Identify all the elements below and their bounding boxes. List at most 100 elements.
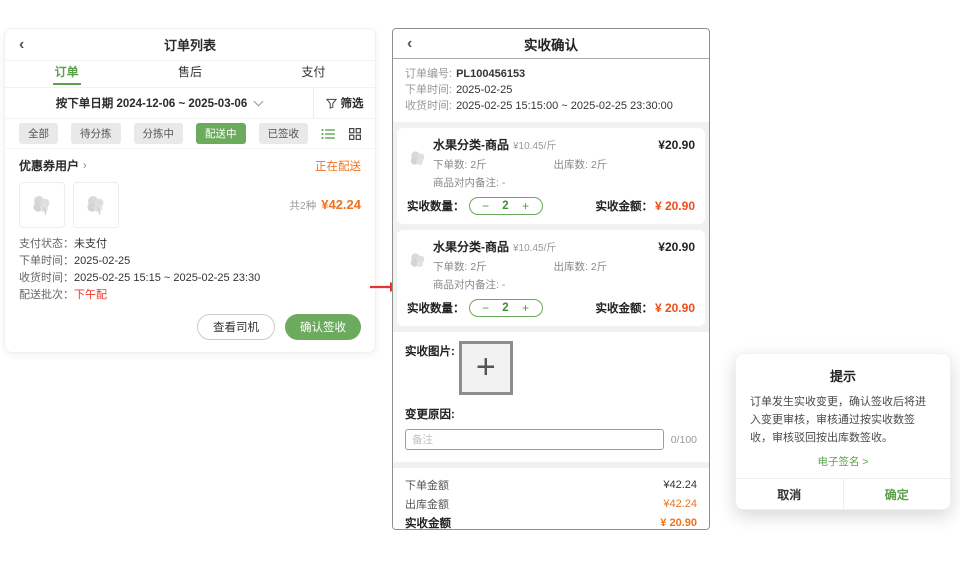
info-label: 订单编号:: [405, 66, 452, 82]
product-thumbnail[interactable]: [19, 182, 65, 228]
date-filter-row: 按下单日期 2024-12-06 ~ 2025-03-06 筛选: [5, 88, 375, 119]
grid-view-icon[interactable]: [349, 128, 361, 140]
flower-placeholder-icon: [407, 148, 429, 170]
back-icon[interactable]: ‹: [19, 37, 24, 53]
order-total-amount: ¥42.24: [321, 197, 361, 212]
total-row-order: 下单金额 ¥42.24: [405, 475, 697, 494]
upload-reason-section: 实收图片: + 变更原因: 0/100: [393, 332, 709, 462]
page-title: 订单列表: [164, 35, 216, 54]
minus-button[interactable]: −: [479, 199, 493, 213]
sku-count: 共2种: [289, 198, 316, 213]
info-order-time: 下单时间: 2025-02-25: [405, 82, 697, 98]
upload-photo-label: 实收图片:: [405, 341, 455, 359]
page-title: 实收确认: [524, 34, 578, 54]
confirm-dialog: 提示 订单发生实收变更，确认签收后将进入变更审核，审核通过按实收数签收，审核驳回…: [735, 353, 951, 510]
view-toggle-group: [321, 128, 361, 140]
received-qty-label: 实收数量：: [407, 198, 465, 214]
item-thumbnail: [407, 238, 433, 292]
field-label: 下单时间：: [19, 253, 74, 270]
flower-placeholder-icon: [407, 250, 429, 272]
item-thumbnail: [407, 136, 433, 190]
plus-button[interactable]: +: [519, 199, 533, 213]
quantity-stepper: − 2 +: [469, 299, 543, 317]
plus-icon: +: [476, 350, 496, 384]
list-view-icon[interactable]: [321, 128, 335, 140]
delivery-status-badge: 正在配送: [315, 158, 361, 174]
view-driver-button[interactable]: 查看司机: [197, 314, 275, 340]
order-card: 优惠券用户 › 正在配送: [5, 149, 375, 352]
ok-button[interactable]: 确定: [843, 479, 951, 509]
chip-delivering[interactable]: 配送中: [196, 123, 246, 144]
totals-section: 下单金额 ¥42.24 出库金额 ¥42.24 实收金额 ¥ 20.90 运费 …: [393, 468, 709, 530]
confirm-receipt-button[interactable]: 确认签收: [285, 314, 361, 340]
item-out-qty: 出库数: 2斤: [554, 157, 608, 172]
change-reason-label: 变更原因:: [405, 406, 697, 422]
item-receipt-controls: 实收数量： − 2 + 实收金额： ¥ 20.90: [407, 299, 695, 317]
e-signature-link[interactable]: 电子签名 >: [736, 454, 950, 469]
customer-type-link[interactable]: 优惠券用户: [19, 157, 79, 174]
item-name: 水果分类-商品: [433, 136, 509, 153]
plus-button[interactable]: +: [519, 301, 533, 315]
field-value: 未支付: [74, 236, 107, 253]
filter-funnel-icon: [326, 98, 337, 109]
item-main: 水果分类-商品 ¥10.45/斤 ¥20.90 下单数: 2斤 出库数: 2斤 …: [433, 136, 695, 190]
order-card-header: 优惠券用户 › 正在配送: [19, 157, 361, 174]
info-value: 2025-02-25 15:15:00 ~ 2025-02-25 23:30:0…: [456, 98, 673, 114]
field-receive-time: 收货时间： 2025-02-25 15:15 ~ 2025-02-25 23:3…: [19, 270, 361, 287]
item-receipt-controls: 实收数量： − 2 + 实收金额： ¥ 20.90: [407, 197, 695, 215]
received-amount-group: 实收金额： ¥ 20.90: [595, 198, 695, 214]
order-amount-summary: 共2种 ¥42.24: [289, 197, 361, 213]
back-icon[interactable]: ‹: [407, 36, 412, 52]
item-unit-price: ¥10.45/斤: [513, 239, 556, 254]
product-item-card: 水果分类-商品 ¥10.45/斤 ¥20.90 下单数: 2斤 出库数: 2斤 …: [397, 230, 705, 326]
field-pay-status: 支付状态： 未支付: [19, 236, 361, 253]
date-range-selector[interactable]: 按下单日期 2024-12-06 ~ 2025-03-06: [5, 88, 313, 118]
dialog-message: 订单发生实收变更，确认签收后将进入变更审核，审核通过按实收数签收，审核驳回按出库…: [750, 393, 936, 447]
dialog-title: 提示: [736, 354, 950, 385]
total-value: ¥42.24: [663, 498, 697, 510]
char-counter: 0/100: [671, 434, 697, 446]
minus-button[interactable]: −: [479, 301, 493, 315]
field-delivery-batch: 配送批次： 下午配: [19, 287, 361, 304]
chip-sorting[interactable]: 分拣中: [134, 123, 184, 144]
order-number: PL100456153: [456, 66, 525, 82]
field-value: 2025-02-25 15:15 ~ 2025-02-25 23:30: [74, 270, 260, 287]
cancel-button[interactable]: 取消: [736, 479, 843, 509]
info-order-no: 订单编号: PL100456153: [405, 66, 697, 82]
product-item-card: 水果分类-商品 ¥10.45/斤 ¥20.90 下单数: 2斤 出库数: 2斤 …: [397, 128, 705, 224]
order-info-section: 订单编号: PL100456153 下单时间: 2025-02-25 收货时间:…: [393, 59, 709, 122]
item-internal-note: 商品对内备注: -: [433, 175, 695, 190]
receipt-confirm-screen: ‹ 实收确认 订单编号: PL100456153 下单时间: 2025-02-2…: [392, 28, 710, 530]
order-card-actions: 查看司机 确认签收: [19, 314, 361, 340]
product-thumbnail[interactable]: [73, 182, 119, 228]
chip-to-sort[interactable]: 待分拣: [71, 123, 121, 144]
field-label: 收货时间：: [19, 270, 74, 287]
filter-button[interactable]: 筛选: [313, 88, 375, 118]
total-row-received: 实收金额 ¥ 20.90: [405, 513, 697, 530]
change-reason-input[interactable]: [405, 429, 664, 450]
tab-aftersale[interactable]: 售后: [128, 61, 251, 87]
field-value: 下午配: [74, 287, 107, 304]
item-internal-note: 商品对内备注: -: [433, 277, 695, 292]
product-thumbnails-row: 共2种 ¥42.24: [19, 182, 361, 228]
received-amount-value: ¥ 20.90: [655, 199, 695, 213]
add-photo-button[interactable]: +: [459, 341, 513, 395]
chevron-down-icon: [254, 96, 264, 106]
flower-placeholder-icon: [29, 192, 55, 218]
received-amount-label: 实收金额：: [595, 198, 653, 214]
item-name: 水果分类-商品: [433, 238, 509, 255]
chip-signed[interactable]: 已签收: [259, 123, 309, 144]
tab-orders[interactable]: 订单: [5, 61, 128, 87]
info-label: 下单时间:: [405, 82, 452, 98]
tab-payment[interactable]: 支付: [252, 61, 375, 87]
chip-all[interactable]: 全部: [19, 123, 58, 144]
info-label: 收货时间:: [405, 98, 452, 114]
total-label: 下单金额: [405, 477, 449, 493]
item-details: 水果分类-商品 ¥10.45/斤 ¥20.90 下单数: 2斤 出库数: 2斤 …: [407, 238, 695, 292]
item-main: 水果分类-商品 ¥10.45/斤 ¥20.90 下单数: 2斤 出库数: 2斤 …: [433, 238, 695, 292]
field-label: 支付状态：: [19, 236, 74, 253]
field-order-time: 下单时间： 2025-02-25: [19, 253, 361, 270]
received-amount-label: 实收金额：: [595, 300, 653, 316]
quantity-value: 2: [493, 302, 519, 314]
total-row-outbound: 出库金额 ¥42.24: [405, 494, 697, 513]
